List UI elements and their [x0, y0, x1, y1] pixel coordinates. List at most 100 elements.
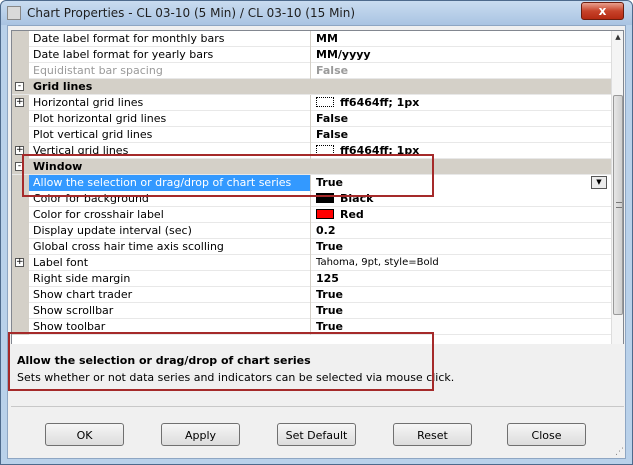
property-value-text: True [316, 320, 344, 333]
property-value[interactable]: Tahoma, 9pt, style=Bold [312, 255, 611, 271]
set-default-button[interactable]: Set Default [277, 423, 356, 446]
reset-button[interactable]: Reset [393, 423, 472, 446]
property-name[interactable]: Color for crosshair label [29, 207, 311, 223]
property-name[interactable]: Label font [29, 255, 311, 271]
property-value[interactable]: True [312, 287, 611, 303]
property-row[interactable]: Show scrollbar True [12, 303, 611, 319]
category-row[interactable]: - Window [12, 159, 611, 175]
property-row[interactable]: Show chart trader True [12, 287, 611, 303]
property-row[interactable]: Right side margin 125 [12, 271, 611, 287]
property-row[interactable]: Allow the selection or drag/drop of char… [12, 175, 611, 191]
property-row[interactable]: Global cross hair time axis scolling True [12, 239, 611, 255]
category-label: Grid lines [33, 80, 93, 93]
property-value[interactable]: True [312, 303, 611, 319]
app-icon [7, 6, 21, 20]
property-value[interactable]: False [312, 63, 611, 79]
property-value[interactable]: 125 [312, 271, 611, 287]
property-row[interactable]: Display update interval (sec) 0.2 [12, 223, 611, 239]
property-value-text: ff6464ff; 1px [340, 96, 420, 109]
collapse-icon[interactable]: - [15, 82, 24, 91]
property-value[interactable]: ff6464ff; 1px [312, 95, 611, 111]
property-name[interactable]: Equidistant bar spacing [29, 63, 311, 79]
property-value[interactable]: MM [312, 31, 611, 47]
property-value[interactable]: True [312, 239, 611, 255]
expand-icon[interactable]: + [15, 98, 24, 107]
property-name[interactable]: Color for background [29, 191, 311, 207]
property-value[interactable]: MM/yyyy [312, 47, 611, 63]
property-row[interactable]: + Horizontal grid lines ff6464ff; 1px [12, 95, 611, 111]
property-value[interactable]: 0.2 [312, 223, 611, 239]
close-button[interactable]: Close [507, 423, 586, 446]
vertical-scrollbar[interactable]: ▲ ▼ [611, 31, 623, 361]
description-title: Allow the selection or drag/drop of char… [17, 354, 311, 367]
chart-properties-window: Chart Properties - CL 03-10 (5 Min) / CL… [0, 0, 633, 465]
property-name[interactable]: Allow the selection or drag/drop of char… [29, 175, 311, 191]
property-name[interactable]: Plot horizontal grid lines [29, 111, 311, 127]
property-name[interactable]: Show toolbar [29, 319, 311, 335]
property-name[interactable]: Horizontal grid lines [29, 95, 311, 111]
property-name[interactable]: Date label format for yearly bars [29, 47, 311, 63]
row-gutter [12, 111, 29, 127]
category-row[interactable]: - Grid lines [12, 79, 611, 95]
property-row[interactable]: Equidistant bar spacing False [12, 63, 611, 79]
property-value[interactable]: True ▼ [312, 175, 611, 191]
property-value-text: Red [340, 208, 364, 221]
property-name[interactable]: Global cross hair time axis scolling [29, 239, 311, 255]
property-value-text: MM [316, 32, 338, 45]
row-gutter [12, 175, 29, 191]
property-value[interactable]: Red [312, 207, 611, 223]
scroll-up-icon[interactable]: ▲ [612, 31, 623, 43]
property-value[interactable]: Black [312, 191, 611, 207]
property-name[interactable]: Plot vertical grid lines [29, 127, 311, 143]
window-title: Chart Properties - CL 03-10 (5 Min) / CL… [27, 6, 356, 20]
property-value[interactable]: ff6464ff; 1px [312, 143, 611, 159]
property-value[interactable]: True [312, 319, 611, 335]
property-value-text: False [316, 64, 349, 77]
property-grid[interactable]: Show toolbar True Show scrollbar True Show c… [11, 30, 624, 362]
property-row[interactable]: + Vertical grid lines ff6464ff; 1px [12, 143, 611, 159]
property-value-text: MM/yyyy [316, 48, 371, 61]
property-value[interactable]: False [312, 127, 611, 143]
ok-button[interactable]: OK [45, 423, 124, 446]
collapse-icon[interactable]: - [15, 162, 24, 171]
property-value-text: ff6464ff; 1px [340, 144, 420, 157]
description-text: Sets whether or not data series and indi… [17, 371, 455, 384]
property-row[interactable]: + Label font Tahoma, 9pt, style=Bold [12, 255, 611, 271]
close-window-button[interactable]: x [581, 2, 624, 20]
dropdown-arrow-icon[interactable]: ▼ [591, 176, 607, 189]
property-row[interactable]: Plot vertical grid lines False [12, 127, 611, 143]
row-gutter [12, 63, 29, 79]
property-row[interactable]: Color for crosshair label Red [12, 207, 611, 223]
expand-icon[interactable]: + [15, 146, 24, 155]
title-bar[interactable]: Chart Properties - CL 03-10 (5 Min) / CL… [1, 1, 632, 25]
property-name[interactable]: Show scrollbar [29, 303, 311, 319]
property-name[interactable]: Date label format for monthly bars [29, 31, 311, 47]
property-value-text: True [316, 176, 344, 189]
resize-grip-icon[interactable]: ⋰ [612, 446, 624, 458]
property-row[interactable]: Date label format for yearly bars MM/yyyy [12, 47, 611, 63]
color-swatch-icon [316, 209, 334, 219]
property-name[interactable]: Vertical grid lines [29, 143, 311, 159]
category-label: Window [33, 160, 83, 173]
row-gutter [12, 239, 29, 255]
row-gutter [12, 287, 29, 303]
row-gutter [12, 271, 29, 287]
scroll-thumb[interactable] [613, 95, 623, 315]
property-value-text: False [316, 128, 349, 141]
expand-icon[interactable]: + [15, 258, 24, 267]
property-row[interactable]: Show toolbar True [12, 319, 611, 335]
property-row[interactable]: Color for background Black [12, 191, 611, 207]
apply-button[interactable]: Apply [161, 423, 240, 446]
property-row[interactable]: Date label format for monthly bars MM [12, 31, 611, 47]
property-value[interactable]: False [312, 111, 611, 127]
property-name[interactable]: Display update interval (sec) [29, 223, 311, 239]
property-name[interactable]: Right side margin [29, 271, 311, 287]
property-name[interactable]: Show chart trader [29, 287, 311, 303]
property-value-text: 0.2 [316, 224, 336, 237]
property-value-text: 125 [316, 272, 339, 285]
color-swatch-icon [316, 145, 334, 155]
property-row[interactable]: Plot horizontal grid lines False [12, 111, 611, 127]
dialog-client-area: Show toolbar True Show scrollbar True Show c… [7, 25, 626, 459]
divider [11, 406, 624, 407]
row-gutter [12, 47, 29, 63]
